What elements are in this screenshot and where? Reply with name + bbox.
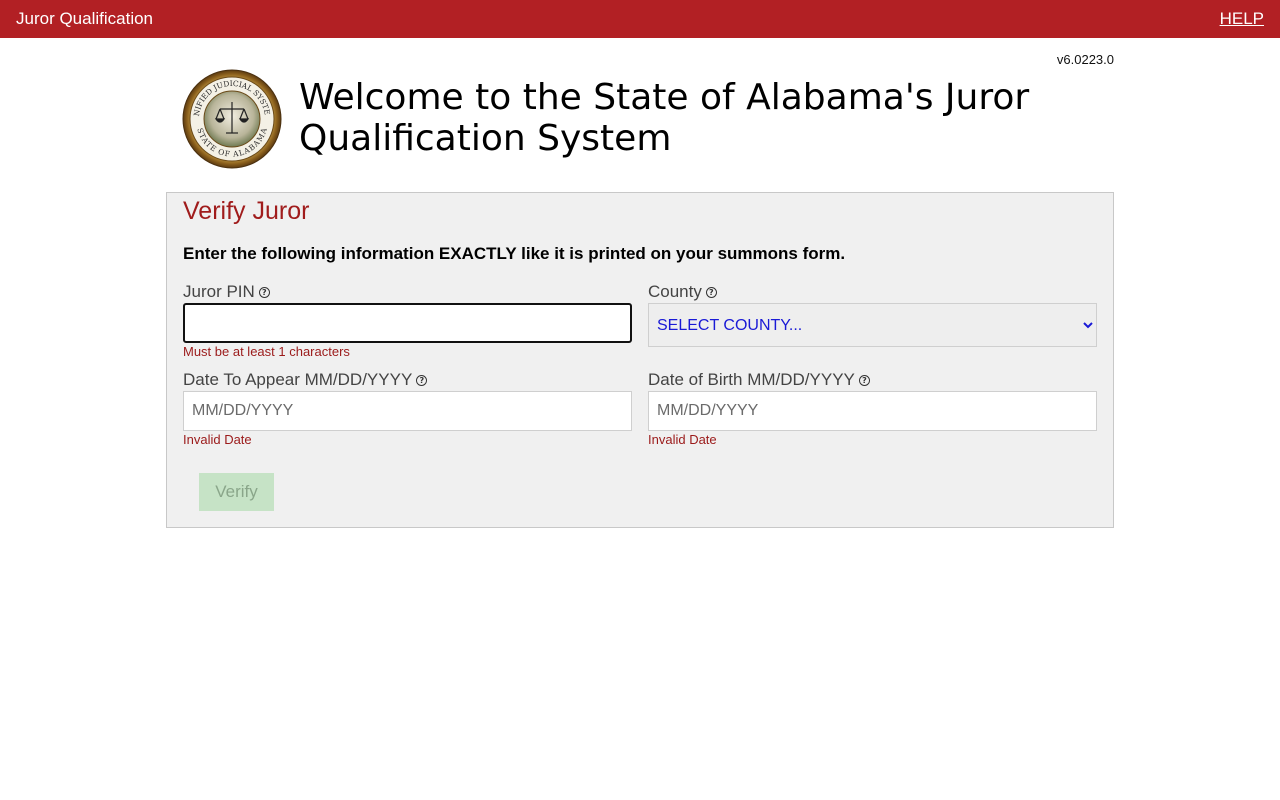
date-of-birth-label-text: Date of Birth MM/DD/YYYY xyxy=(648,370,855,389)
date-of-birth-label: Date of Birth MM/DD/YYYY? xyxy=(648,370,870,390)
county-label: County? xyxy=(648,282,717,302)
page-headline: Welcome to the State of Alabama's Juror … xyxy=(299,77,1030,159)
date-to-appear-error: Invalid Date xyxy=(183,432,252,447)
verify-button[interactable]: Verify xyxy=(199,473,274,511)
panel-title: Verify Juror xyxy=(183,197,310,225)
verify-juror-panel: Verify Juror Enter the following informa… xyxy=(166,192,1114,528)
date-of-birth-input[interactable] xyxy=(648,391,1097,431)
juror-pin-label-text: Juror PIN xyxy=(183,282,255,301)
help-icon[interactable]: ? xyxy=(416,375,428,386)
top-bar: Juror Qualification HELP xyxy=(0,0,1280,38)
county-select[interactable]: SELECT COUNTY... xyxy=(648,303,1097,347)
date-to-appear-input[interactable] xyxy=(183,391,632,431)
county-label-text: County xyxy=(648,282,702,301)
juror-pin-error: Must be at least 1 characters xyxy=(183,344,350,359)
juror-pin-label: Juror PIN? xyxy=(183,282,270,302)
date-of-birth-error: Invalid Date xyxy=(648,432,717,447)
app-title: Juror Qualification xyxy=(16,9,154,28)
help-icon[interactable]: ? xyxy=(858,375,870,386)
help-icon[interactable]: ? xyxy=(705,287,717,298)
version-label: v6.0223.0 xyxy=(1056,52,1114,67)
date-to-appear-label-text: Date To Appear MM/DD/YYYY xyxy=(183,370,413,389)
help-link[interactable]: HELP xyxy=(1220,9,1264,29)
state-seal-logo: UNIFIED JUDICIAL SYSTEM STATE OF ALABAMA xyxy=(182,69,282,169)
date-to-appear-label: Date To Appear MM/DD/YYYY? xyxy=(183,370,428,390)
instruction-text: Enter the following information EXACTLY … xyxy=(183,244,846,263)
juror-pin-input[interactable] xyxy=(183,303,632,343)
help-icon[interactable]: ? xyxy=(258,287,270,298)
